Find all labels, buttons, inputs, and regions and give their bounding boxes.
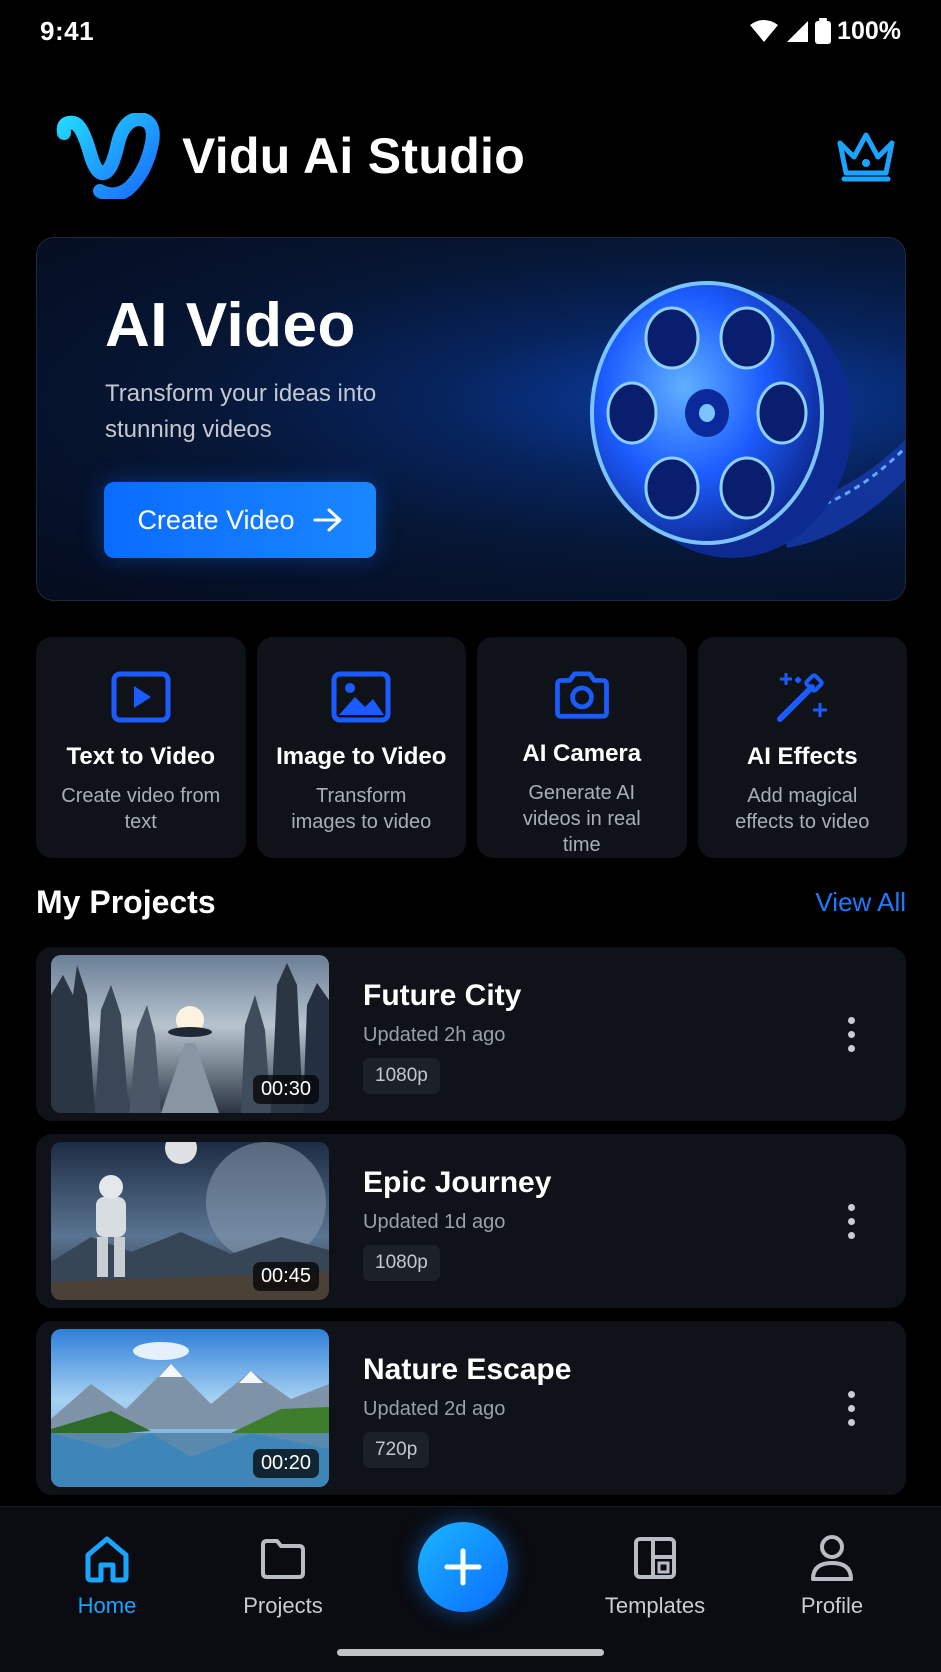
feature-image-to-video[interactable]: Image to Video Transform images to video xyxy=(256,637,466,858)
feature-title: Text to Video xyxy=(66,743,215,770)
create-fab-button[interactable] xyxy=(418,1522,508,1612)
feature-grid: Text to Video Create video from text Ima… xyxy=(36,637,907,858)
camera-icon xyxy=(554,671,609,719)
nav-profile[interactable]: Profile xyxy=(762,1533,902,1619)
more-options-icon[interactable] xyxy=(836,1383,866,1433)
home-icon xyxy=(85,1536,129,1583)
film-reel-illustration xyxy=(590,281,905,558)
magic-wand-icon xyxy=(777,673,828,722)
status-icons: 100% xyxy=(749,17,901,46)
section-title: My Projects xyxy=(36,884,216,920)
nav-projects[interactable]: Projects xyxy=(213,1533,353,1619)
person-icon xyxy=(811,1535,853,1581)
wifi-icon xyxy=(750,20,779,42)
project-thumbnail: 00:20 xyxy=(51,1329,329,1487)
vidu-logo-icon xyxy=(56,113,160,199)
create-video-button[interactable]: Create Video xyxy=(104,482,376,558)
feature-title: AI Camera xyxy=(522,740,642,767)
create-video-label: Create Video xyxy=(137,504,295,535)
image-icon xyxy=(331,671,391,723)
feature-text-to-video[interactable]: Text to Video Create video from text xyxy=(36,637,246,858)
status-time: 9:41 xyxy=(40,15,95,46)
bottom-navigation: Home Projects Templates Profile xyxy=(0,1506,941,1672)
hero-banner: AI Video Transform your ideas into stunn… xyxy=(36,237,906,601)
resolution-badge: 1080p xyxy=(363,1245,440,1281)
app-header: Vidu Ai Studio xyxy=(0,100,941,212)
feature-description: Create video from text xyxy=(61,785,221,833)
video-duration: 00:45 xyxy=(252,1262,319,1291)
feature-description: Generate AI videos in real time xyxy=(522,782,641,856)
projects-header: My Projects View All xyxy=(36,884,906,921)
project-card[interactable]: 00:20 Nature Escape Updated 2d ago 720p xyxy=(36,1321,906,1495)
arrow-right-icon xyxy=(313,508,342,532)
project-card[interactable]: 00:45 Epic Journey Updated 1d ago 1080p xyxy=(36,1134,906,1308)
video-duration: 00:30 xyxy=(252,1075,319,1104)
folder-icon xyxy=(261,1539,305,1579)
feature-title: AI Effects xyxy=(746,743,858,770)
status-bar: 9:41 100% xyxy=(0,0,941,62)
more-options-icon[interactable] xyxy=(836,1009,866,1059)
nav-label: Projects xyxy=(243,1593,323,1618)
crown-icon xyxy=(837,132,895,182)
project-name: Future City xyxy=(363,979,522,1012)
app-title: Vidu Ai Studio xyxy=(182,128,526,184)
battery-icon xyxy=(815,18,832,44)
project-updated: Updated 2h ago xyxy=(363,1024,506,1046)
premium-button[interactable] xyxy=(831,121,901,191)
feature-description: Transform images to video xyxy=(291,785,432,833)
home-indicator xyxy=(337,1649,604,1656)
view-all-link[interactable]: View All xyxy=(815,887,906,918)
play-square-icon xyxy=(111,671,171,723)
signal-icon xyxy=(787,21,809,42)
video-duration: 00:20 xyxy=(252,1449,319,1478)
feature-ai-effects[interactable]: AI Effects Add magical effects to video xyxy=(697,637,907,858)
feature-title: Image to Video xyxy=(276,743,447,770)
project-name: Epic Journey xyxy=(363,1166,552,1199)
project-card[interactable]: 00:30 Future City Updated 2h ago 1080p xyxy=(36,947,906,1121)
nav-label: Home xyxy=(77,1593,137,1618)
feature-description: Add magical effects to video xyxy=(735,785,870,833)
nav-home[interactable]: Home xyxy=(37,1533,177,1619)
project-updated: Updated 1d ago xyxy=(363,1211,506,1233)
hero-subtitle: Transform your ideas into stunning video… xyxy=(105,380,377,443)
feature-ai-camera[interactable]: AI Camera Generate AI videos in real tim… xyxy=(477,637,687,858)
project-name: Nature Escape xyxy=(363,1353,572,1386)
plus-icon xyxy=(444,1548,482,1586)
project-thumbnail: 00:30 xyxy=(51,955,329,1113)
more-options-icon[interactable] xyxy=(836,1196,866,1246)
nav-templates[interactable]: Templates xyxy=(585,1533,725,1619)
resolution-badge: 720p xyxy=(363,1432,430,1468)
hero-title: AI Video xyxy=(105,291,356,360)
templates-icon xyxy=(634,1537,676,1579)
project-updated: Updated 2d ago xyxy=(363,1398,506,1420)
nav-label: Profile xyxy=(800,1593,864,1618)
project-thumbnail: 00:45 xyxy=(51,1142,329,1300)
nav-label: Templates xyxy=(604,1593,706,1618)
resolution-badge: 1080p xyxy=(363,1058,440,1094)
battery-percent: 100% xyxy=(837,16,901,45)
